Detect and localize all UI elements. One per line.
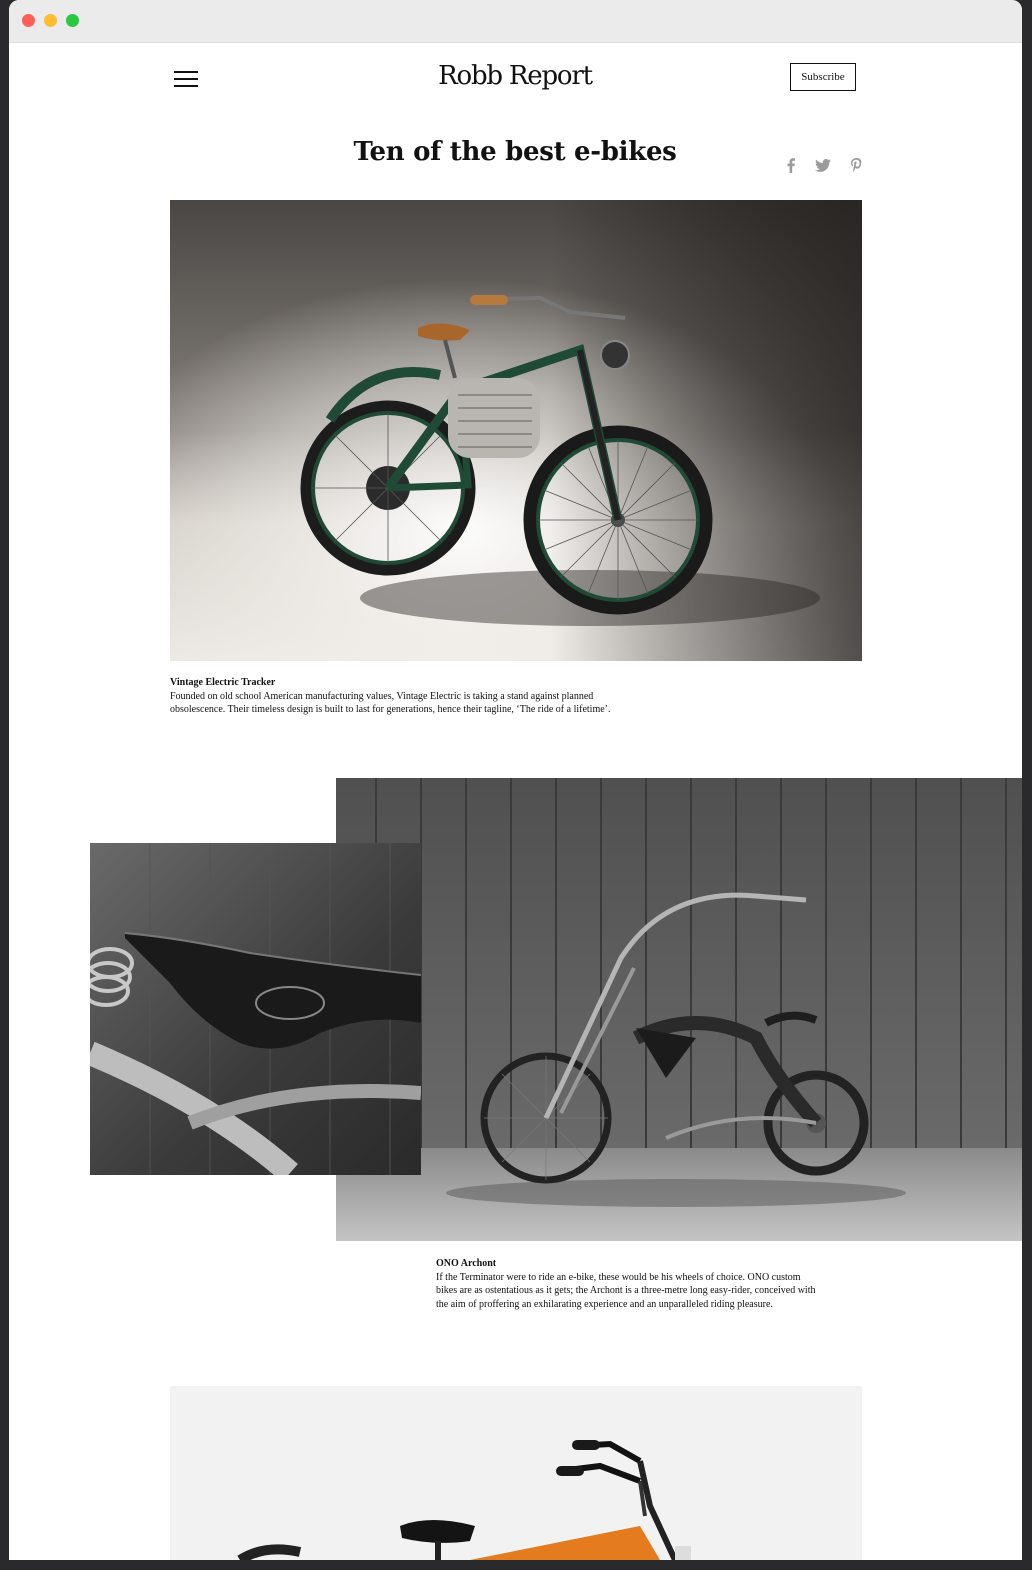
item-title: Vintage Electric Tracker: [170, 677, 276, 688]
close-window-button[interactable]: [22, 14, 35, 27]
brooks-saddle-closeup-image[interactable]: [90, 843, 421, 1175]
pinterest-icon[interactable]: [848, 157, 864, 173]
item-description: If the Terminator were to ride an e-bike…: [436, 1271, 816, 1310]
hamburger-menu-icon[interactable]: [174, 69, 198, 89]
twitter-icon[interactable]: [815, 157, 831, 173]
page-title: Ten of the best e-bikes: [353, 137, 677, 167]
browser-window: Robb Report Subscribe Ten of the best e-…: [9, 0, 1022, 1560]
caption-ono-archont: ONO Archont If the Terminator were to ri…: [436, 1257, 820, 1311]
facebook-icon[interactable]: [783, 157, 799, 173]
caption-vintage-electric: Vintage Electric Tracker Founded on old …: [170, 676, 640, 717]
browser-titlebar: [9, 0, 1022, 43]
page-content: Robb Report Subscribe Ten of the best e-…: [9, 43, 1022, 1560]
ono-archont-image[interactable]: [336, 778, 1022, 1241]
subscribe-button[interactable]: Subscribe: [790, 63, 856, 91]
vintage-electric-tracker-image[interactable]: [170, 200, 862, 661]
site-logo[interactable]: Robb Report: [389, 61, 641, 91]
item-description: Founded on old school American manufactu…: [170, 690, 611, 716]
minimize-window-button[interactable]: [44, 14, 57, 27]
maximize-window-button[interactable]: [66, 14, 79, 27]
item-title: ONO Archont: [436, 1258, 497, 1269]
orange-ebike-image[interactable]: [170, 1386, 862, 1560]
